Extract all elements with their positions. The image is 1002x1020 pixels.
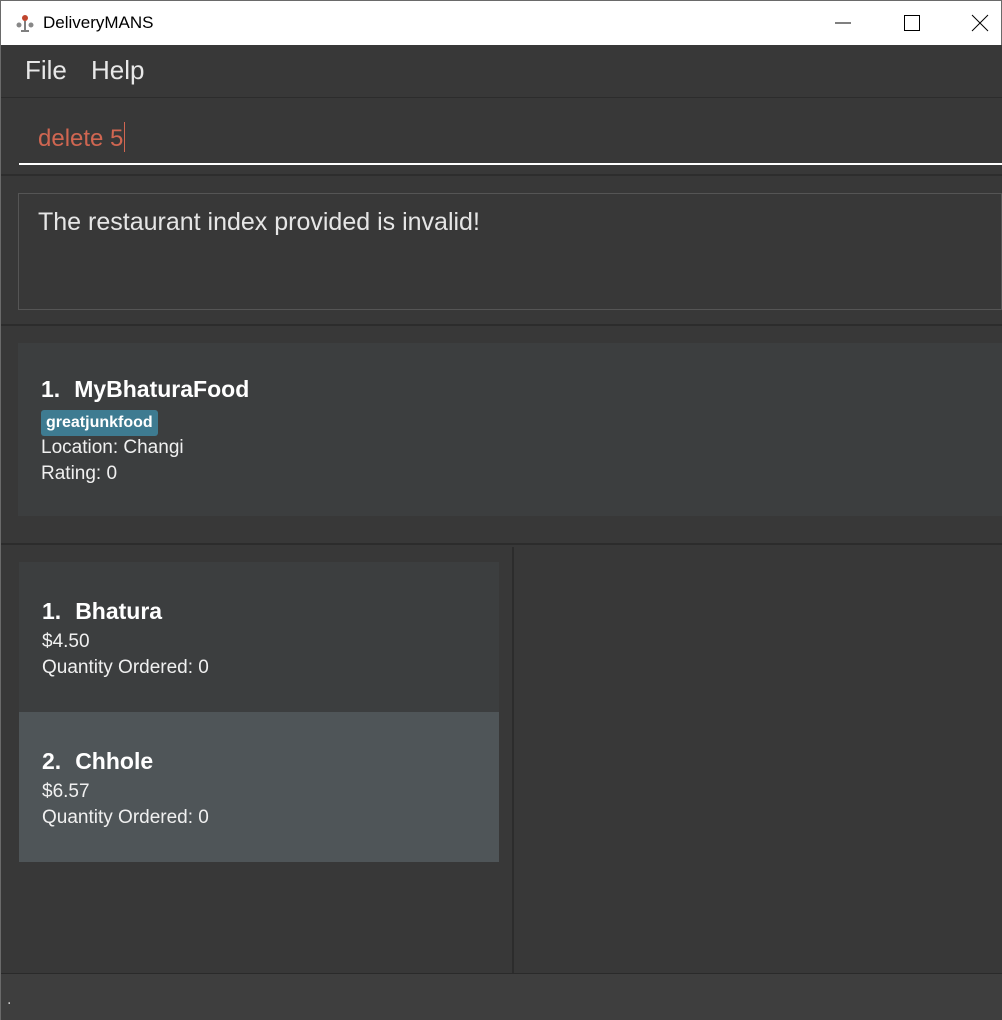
maximize-button[interactable]	[889, 1, 935, 45]
result-display-area: The restaurant index provided is invalid…	[1, 178, 1002, 326]
status-text: .	[7, 992, 12, 1008]
food-price: $6.57	[42, 781, 90, 802]
command-input[interactable]: delete 5	[19, 111, 1002, 165]
close-icon	[971, 14, 989, 32]
command-box-area: delete 5	[1, 99, 1002, 176]
menu-file[interactable]: File	[25, 55, 67, 86]
food-name: Bhatura	[75, 598, 163, 624]
status-bar: .	[1, 973, 1002, 1020]
food-index: 2.	[42, 748, 62, 774]
order-panel	[516, 547, 1002, 973]
food-quantity: Quantity Ordered: 0	[42, 657, 209, 678]
minimize-icon	[835, 22, 851, 24]
restaurant-tag: greatjunkfood	[41, 410, 158, 436]
result-message: The restaurant index provided is invalid…	[38, 208, 480, 236]
restaurant-name: MyBhaturaFood	[74, 376, 250, 402]
food-card[interactable]: 1. Bhatura $4.50 Quantity Ordered: 0	[19, 562, 499, 712]
restaurant-rating: Rating: 0	[41, 463, 118, 484]
text-caret	[124, 122, 126, 152]
food-price: $4.50	[42, 631, 90, 652]
restaurant-location: Location: Changi	[41, 437, 184, 458]
window-title: DeliveryMANS	[43, 13, 154, 32]
maximize-icon	[904, 15, 920, 31]
close-button[interactable]	[957, 1, 1002, 45]
result-display[interactable]: The restaurant index provided is invalid…	[18, 193, 1002, 310]
command-text: delete 5	[38, 122, 126, 153]
food-card-selected[interactable]: 2. Chhole $6.57 Quantity Ordered: 0	[19, 712, 499, 862]
food-list[interactable]: 1. Bhatura $4.50 Quantity Ordered: 0 2. Ch…	[1, 547, 514, 973]
restaurant-list[interactable]: 1. MyBhaturaFood greatjunkfood Location: …	[1, 328, 1002, 545]
menu-bar: File Help	[1, 45, 1002, 98]
food-title: 1. Bhatura	[42, 598, 162, 625]
food-quantity: Quantity Ordered: 0	[42, 807, 209, 828]
restaurant-title: 1. MyBhaturaFood	[41, 376, 249, 403]
food-name: Chhole	[75, 748, 154, 774]
delivery-app-icon	[16, 15, 34, 32]
restaurant-card[interactable]: 1. MyBhaturaFood greatjunkfood Location: …	[18, 343, 1002, 516]
food-title: 2. Chhole	[42, 748, 153, 775]
menu-help[interactable]: Help	[91, 55, 144, 86]
minimize-button[interactable]	[820, 1, 866, 45]
title-bar: DeliveryMANS	[0, 0, 1002, 45]
food-index: 1.	[42, 598, 62, 624]
restaurant-index: 1.	[41, 376, 61, 402]
